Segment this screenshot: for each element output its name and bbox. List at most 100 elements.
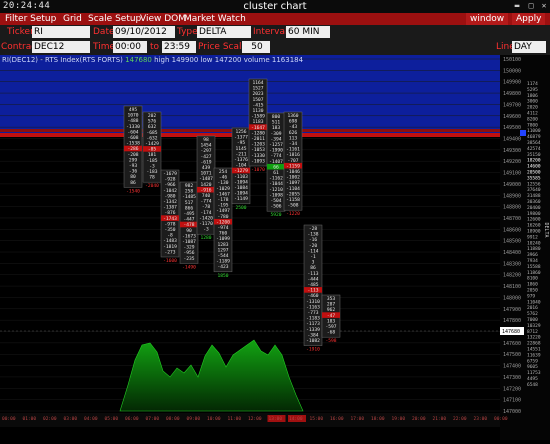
cluster-value: 1070 (127, 113, 138, 119)
profile-value: 18200 (527, 158, 541, 164)
cluster-value: -619 (200, 159, 211, 165)
cluster-value: -1029 (216, 186, 230, 192)
cluster-value: 90 (186, 228, 192, 234)
cluster-total: -1540 (126, 188, 140, 194)
price-tick-label: 150000 (503, 68, 521, 74)
contract-select[interactable]: DEC12 (32, 41, 90, 53)
cluster-value: -1497 (216, 208, 230, 214)
cluster-value: 86 (130, 180, 136, 186)
cluster-value: -1183 (306, 316, 320, 322)
cluster-value: -1990 (269, 148, 283, 154)
profile-value: 16260 (527, 223, 541, 229)
cluster-value: -1487 (199, 176, 213, 182)
date-field[interactable]: 09/10/2012 (113, 26, 175, 38)
profile-poc-marker (520, 130, 526, 136)
cluster-total: -1490 (182, 264, 196, 270)
price-tick-label: 148500 (503, 239, 521, 245)
cluster-value: -1084 (234, 185, 248, 191)
menu-scale-setup[interactable]: Scale Setup (88, 13, 141, 25)
close-icon[interactable]: ✕ (537, 1, 550, 11)
menu-filter-setup[interactable]: Filter Setup (5, 13, 56, 25)
ticker-field[interactable]: RI (32, 26, 90, 38)
cluster-value: -604 (127, 129, 138, 135)
cluster-total: -598 (325, 338, 336, 344)
cluster-value: -632 (146, 135, 157, 141)
menu-market-watch[interactable]: Market Watch (184, 13, 246, 25)
cluster-value: 1183 (252, 119, 263, 125)
time-tick-label: 00:00 (494, 416, 508, 422)
cluster-value: -1 (310, 254, 316, 260)
interval-select[interactable]: 60 MIN (286, 26, 330, 38)
last-price: 147680 (125, 56, 152, 64)
window-button[interactable]: window (466, 13, 509, 25)
cluster-column[interactable]: -28-138-16-20-114-1386-113-444-485-113-4… (303, 224, 323, 353)
cluster-value: 760 (219, 231, 228, 237)
profile-value: 3966 (527, 252, 538, 258)
cluster-value: -208 (127, 152, 138, 158)
to-label: to (150, 42, 160, 52)
cluster-value: -1149 (234, 196, 248, 202)
price-axis-panel (500, 55, 550, 440)
cluster-value: -1280 (251, 130, 265, 136)
cluster-value: 800 (272, 114, 281, 120)
cluster-column[interactable]: 202576632-685-632-1429-85181-185-3-18378… (142, 111, 162, 189)
time-from-field[interactable]: 00:00 (113, 41, 147, 53)
cluster-value: -8 (167, 233, 173, 239)
cluster-value: 258 (185, 189, 194, 195)
cluster-value: -113 (307, 288, 318, 294)
cluster-value: -916 (200, 187, 211, 193)
profile-value: 5762 (527, 311, 538, 317)
cluster-value: -974 (217, 225, 228, 231)
cluster-column[interactable]: 254-46-130-1029-1467-178-195-1497-780-12… (213, 167, 233, 279)
price-tick-label: 147300 (503, 375, 521, 381)
cluster-value: -1094 (234, 191, 248, 197)
cluster-value: 80 (130, 174, 136, 180)
symbol-name: RI(DEC12) - RTS Index(RTS FORTS) (2, 56, 123, 64)
price-tick-label: 149400 (503, 136, 521, 142)
price-tick-label: 149700 (503, 102, 521, 108)
line-select[interactable]: DAY (512, 41, 546, 53)
time-to-field[interactable]: 23:59 (162, 41, 196, 53)
profile-value: 11860 (527, 270, 541, 276)
chart-canvas: 150100 150000 149900 149800 149700 149600 1495… (0, 55, 550, 440)
cluster-value: -1093 (251, 158, 265, 164)
cluster-value: -28 (309, 226, 318, 232)
cluster-total: -1600 (163, 258, 177, 264)
price-tick-label: 150100 (503, 57, 521, 63)
price-scale-field[interactable]: 50 (242, 41, 270, 53)
cluster-column[interactable]: 981454-297-427-6194391071-14871420-91674… (196, 135, 216, 241)
price-tick-label: 147100 (503, 398, 521, 404)
cluster-column[interactable]: 1256-1377-951145-211-1376-104-1279-1103-… (231, 127, 251, 211)
minimize-icon[interactable]: ▬ (510, 1, 524, 11)
cluster-value: -1170 (199, 221, 213, 227)
type-select[interactable]: DELTA (197, 26, 251, 38)
cluster-value: -1162 (269, 176, 283, 182)
menu-bar: Filter Setup Grid Scale Setup View DOM M… (0, 13, 550, 25)
profile-value: 1860 (527, 282, 538, 288)
menu-grid[interactable]: Grid (63, 13, 82, 25)
cluster-value: -544 (217, 253, 228, 259)
time-tick-label: 05:00 (105, 416, 119, 422)
maximize-icon[interactable]: □ (524, 1, 538, 11)
title-bar: 20:24:44 cluster chart ▬ □ ✕ (0, 0, 550, 14)
apply-button[interactable]: Apply (512, 13, 546, 25)
price-tick-label: 147600 (503, 341, 521, 347)
cluster-value: 1507 (252, 97, 263, 103)
cluster-chart[interactable]: 150100 150000 149900 149800 149700 149600 1495… (0, 55, 550, 440)
cluster-column[interactable]: 353287962-47183-597-68-598 (321, 294, 341, 344)
cluster-value: -956 (183, 250, 194, 256)
profile-value: 8200 (527, 116, 538, 122)
profile-value: 7000 (527, 317, 538, 323)
cluster-column[interactable]: 982258-1485517866-495-447-47890-1673-108… (179, 181, 199, 270)
cluster-value: -185 (146, 158, 157, 164)
cluster-column[interactable]: 1360698-43626113-34-1161-1816-707-1159-1… (283, 111, 303, 217)
cluster-column[interactable]: 4951070-488-1330-604-608-1538-286-208299… (123, 105, 143, 194)
cluster-value: -478 (183, 222, 194, 228)
profile-value: 14551 (527, 347, 541, 353)
cluster-column[interactable]: 800511183-309-394-1257-1990-774-14076661… (266, 112, 286, 218)
cluster-value: -2055 (286, 191, 300, 197)
cluster-column[interactable]: 1164152720231507-4151130-15891183-1647-1… (248, 78, 268, 173)
cluster-column[interactable]: -1679-928-966-1042-980-1342-1387-876-174… (160, 169, 180, 264)
menu-view-dom[interactable]: View DOM (140, 13, 186, 25)
cluster-value: -1816 (286, 152, 300, 158)
